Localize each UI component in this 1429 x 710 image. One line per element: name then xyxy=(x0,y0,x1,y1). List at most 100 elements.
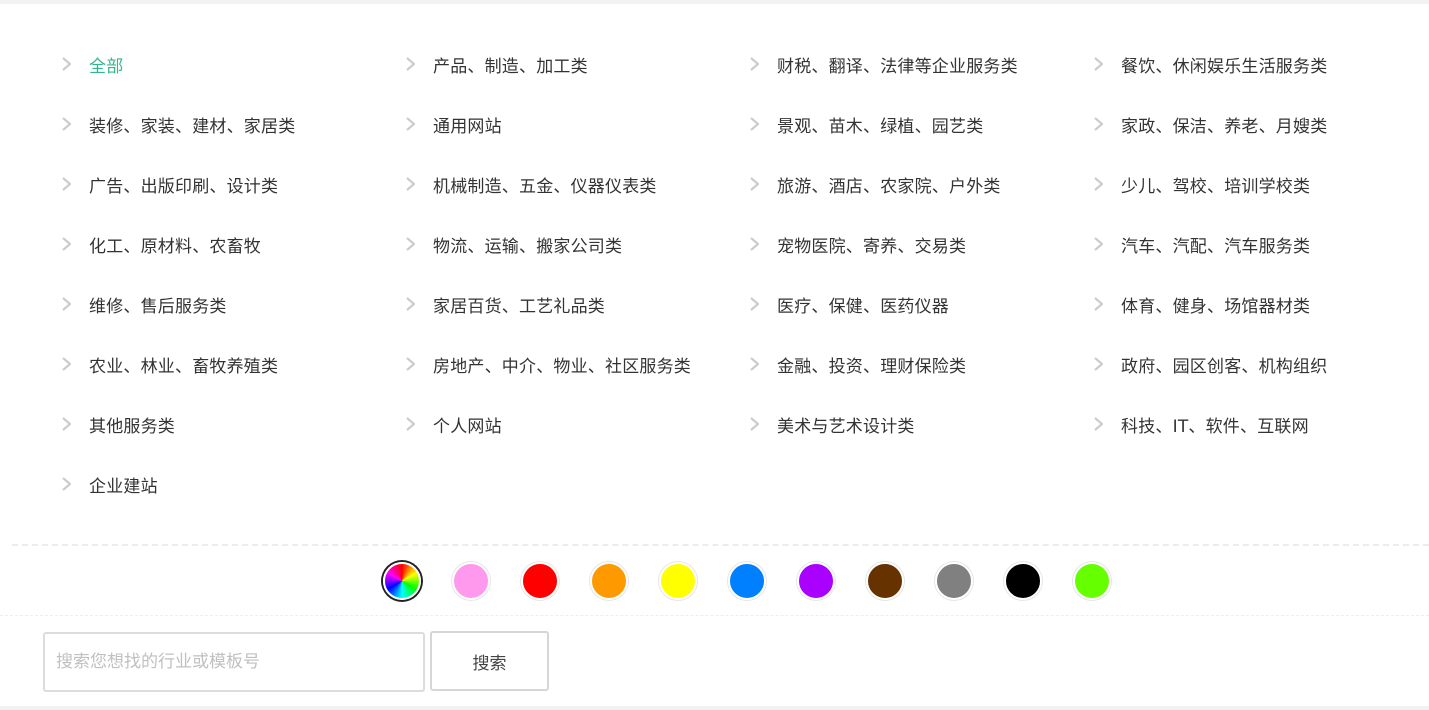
category-label: 美术与艺术设计类 xyxy=(777,416,915,437)
category-item[interactable]: 其他服务类 xyxy=(60,394,404,454)
chevron-right-icon xyxy=(1094,117,1104,131)
chevron-right-icon xyxy=(1094,177,1104,191)
category-label: 体育、健身、场馆器材类 xyxy=(1121,296,1311,317)
category-label: 个人网站 xyxy=(433,416,502,437)
category-label: 物流、运输、搬家公司类 xyxy=(433,236,623,257)
template-filter-panel: 全部 产品、制造、加工类 财税、翻译、法律等企业服务类 餐饮、休闲娱乐生活服务类装修、… xyxy=(0,4,1429,706)
category-label: 通用网站 xyxy=(433,116,502,137)
chevron-right-icon xyxy=(406,417,416,431)
chevron-right-icon xyxy=(750,237,760,251)
chevron-right-icon xyxy=(1094,297,1104,311)
chevron-right-icon xyxy=(62,357,72,371)
chevron-right-icon xyxy=(750,57,760,71)
color-swatch[interactable] xyxy=(728,562,766,600)
chevron-right-icon xyxy=(1094,417,1104,431)
category-item[interactable]: 个人网站 xyxy=(404,394,748,454)
chevron-right-icon xyxy=(750,417,760,431)
divider xyxy=(12,544,1429,546)
chevron-right-icon xyxy=(750,177,760,191)
category-label: 化工、原材料、农畜牧 xyxy=(89,236,261,257)
category-label: 全部 xyxy=(89,56,124,77)
category-label: 金融、投资、理财保险类 xyxy=(777,356,967,377)
category-item[interactable]: 房地产、中介、物业、社区服务类 xyxy=(404,334,748,394)
divider xyxy=(0,615,1429,616)
category-label: 医疗、保健、医药仪器 xyxy=(777,296,949,317)
chevron-right-icon xyxy=(406,57,416,71)
color-swatch[interactable] xyxy=(521,562,559,600)
chevron-right-icon xyxy=(750,297,760,311)
category-item[interactable]: 农业、林业、畜牧养殖类 xyxy=(60,334,404,394)
chevron-right-icon xyxy=(62,117,72,131)
chevron-right-icon xyxy=(750,357,760,371)
category-item[interactable]: 机械制造、五金、仪器仪表类 xyxy=(404,154,748,214)
category-item[interactable]: 产品、制造、加工类 xyxy=(404,34,748,94)
chevron-right-icon xyxy=(406,297,416,311)
category-label: 政府、园区创客、机构组织 xyxy=(1121,356,1328,377)
category-item[interactable]: 宠物医院、寄养、交易类 xyxy=(748,214,1092,274)
color-swatch-all[interactable] xyxy=(383,562,421,600)
category-label: 汽车、汽配、汽车服务类 xyxy=(1121,236,1311,257)
category-label: 科技、IT、软件、互联网 xyxy=(1121,416,1309,437)
category-label: 农业、林业、畜牧养殖类 xyxy=(89,356,279,377)
chevron-right-icon xyxy=(62,417,72,431)
category-item[interactable]: 美术与艺术设计类 xyxy=(748,394,1092,454)
color-swatch[interactable] xyxy=(590,562,628,600)
color-swatch[interactable] xyxy=(1004,562,1042,600)
category-label: 房地产、中介、物业、社区服务类 xyxy=(433,356,691,377)
category-label: 家居百货、工艺礼品类 xyxy=(433,296,605,317)
category-item[interactable]: 企业建站 xyxy=(60,454,404,514)
chevron-right-icon xyxy=(62,477,72,491)
category-item[interactable]: 通用网站 xyxy=(404,94,748,154)
chevron-right-icon xyxy=(62,177,72,191)
color-swatch[interactable] xyxy=(866,562,904,600)
category-item[interactable]: 全部 xyxy=(60,34,404,94)
category-label: 装修、家装、建材、家居类 xyxy=(89,116,296,137)
chevron-right-icon xyxy=(406,177,416,191)
category-item[interactable]: 家居百货、工艺礼品类 xyxy=(404,274,748,334)
category-item[interactable]: 科技、IT、软件、互联网 xyxy=(1092,394,1429,454)
category-item[interactable]: 化工、原材料、农畜牧 xyxy=(60,214,404,274)
category-item[interactable]: 物流、运输、搬家公司类 xyxy=(404,214,748,274)
category-item[interactable]: 维修、售后服务类 xyxy=(60,274,404,334)
color-filter xyxy=(383,562,1142,600)
category-item[interactable]: 餐饮、休闲娱乐生活服务类 xyxy=(1092,34,1429,94)
category-label: 家政、保洁、养老、月嫂类 xyxy=(1121,116,1328,137)
color-swatch[interactable] xyxy=(452,562,490,600)
category-item[interactable]: 财税、翻译、法律等企业服务类 xyxy=(748,34,1092,94)
color-swatch[interactable] xyxy=(797,562,835,600)
chevron-right-icon xyxy=(62,237,72,251)
category-label: 少儿、驾校、培训学校类 xyxy=(1121,176,1311,197)
category-item[interactable]: 汽车、汽配、汽车服务类 xyxy=(1092,214,1429,274)
chevron-right-icon xyxy=(62,297,72,311)
category-label: 旅游、酒店、农家院、户外类 xyxy=(777,176,1001,197)
color-swatch[interactable] xyxy=(1073,562,1111,600)
chevron-right-icon xyxy=(62,57,72,71)
color-swatch[interactable] xyxy=(659,562,697,600)
category-label: 其他服务类 xyxy=(89,416,175,437)
category-item[interactable]: 景观、苗木、绿植、园艺类 xyxy=(748,94,1092,154)
category-item[interactable]: 家政、保洁、养老、月嫂类 xyxy=(1092,94,1429,154)
color-swatch[interactable] xyxy=(935,562,973,600)
category-item[interactable]: 少儿、驾校、培训学校类 xyxy=(1092,154,1429,214)
category-label: 财税、翻译、法律等企业服务类 xyxy=(777,56,1018,77)
category-label: 企业建站 xyxy=(89,476,158,497)
category-item[interactable]: 旅游、酒店、农家院、户外类 xyxy=(748,154,1092,214)
category-item[interactable]: 广告、出版印刷、设计类 xyxy=(60,154,404,214)
chevron-right-icon xyxy=(406,117,416,131)
category-label: 餐饮、休闲娱乐生活服务类 xyxy=(1121,56,1328,77)
category-item[interactable]: 装修、家装、建材、家居类 xyxy=(60,94,404,154)
category-item[interactable]: 政府、园区创客、机构组织 xyxy=(1092,334,1429,394)
category-item[interactable]: 医疗、保健、医药仪器 xyxy=(748,274,1092,334)
category-label: 机械制造、五金、仪器仪表类 xyxy=(433,176,657,197)
category-label: 维修、售后服务类 xyxy=(89,296,227,317)
chevron-right-icon xyxy=(406,357,416,371)
chevron-right-icon xyxy=(750,117,760,131)
chevron-right-icon xyxy=(406,237,416,251)
category-item[interactable]: 金融、投资、理财保险类 xyxy=(748,334,1092,394)
search-input[interactable] xyxy=(43,632,425,692)
category-label: 广告、出版印刷、设计类 xyxy=(89,176,279,197)
category-label: 产品、制造、加工类 xyxy=(433,56,588,77)
chevron-right-icon xyxy=(1094,237,1104,251)
category-item[interactable]: 体育、健身、场馆器材类 xyxy=(1092,274,1429,334)
search-button[interactable]: 搜索 xyxy=(430,631,549,691)
